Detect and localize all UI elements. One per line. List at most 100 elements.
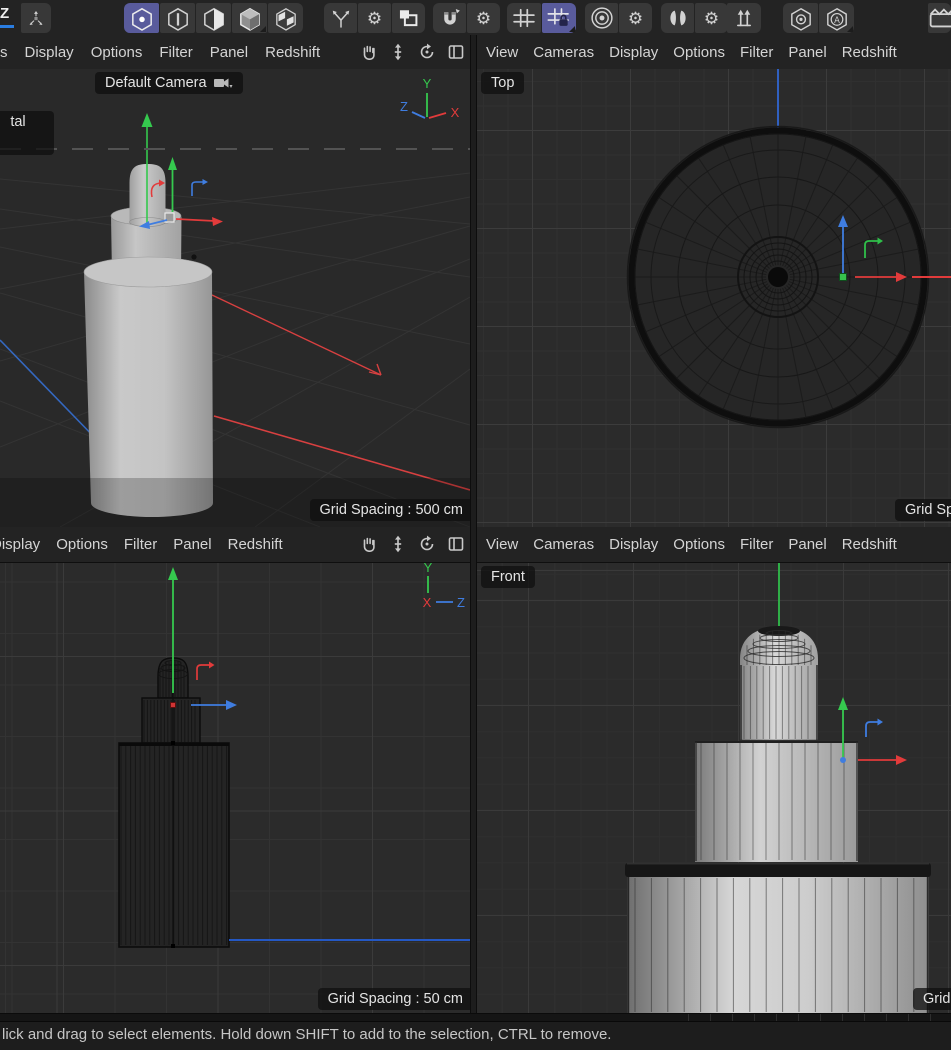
filter-hex-a-button[interactable]: A (819, 3, 854, 33)
grid-spacing-label: Grid Spacing : 500 cm (310, 499, 470, 521)
menu-redshift[interactable]: Redshift (842, 44, 897, 61)
menu-panel[interactable]: Panel (210, 44, 248, 61)
concentric-circles-icon (588, 5, 616, 31)
viewport-label: Top (481, 72, 524, 94)
viewport-top[interactable]: Top Grid Sp (475, 69, 951, 527)
viewport-right[interactable]: Y X Z Grid Spacing : 50 cm (0, 563, 470, 1013)
world-axes (0, 295, 470, 490)
menu-options[interactable]: Options (673, 44, 725, 61)
grid-lock-button[interactable] (542, 3, 576, 33)
target-button[interactable] (585, 3, 618, 33)
menu-cameras-partial[interactable]: s (0, 44, 8, 61)
pan-hand-icon[interactable] (359, 534, 379, 554)
menu-view[interactable]: View (486, 44, 518, 61)
menu-panel[interactable]: Panel (788, 44, 826, 61)
rotate-orbit-icon[interactable] (417, 534, 437, 554)
viewport-label: Front (481, 566, 535, 588)
menu-redshift[interactable]: Redshift (228, 536, 283, 553)
status-message: lick and drag to select elements. Hold d… (2, 1026, 611, 1043)
menu-panel[interactable]: Panel (173, 536, 211, 553)
swap-button[interactable] (727, 3, 761, 33)
horizon-line (0, 148, 470, 150)
render-button[interactable] (928, 3, 951, 33)
symmetry-settings-button[interactable]: ⚙ (695, 3, 728, 33)
menu-view[interactable]: View (486, 536, 518, 553)
menu-display[interactable]: Display (609, 44, 658, 61)
menu-panel[interactable]: Panel (788, 536, 826, 553)
gear-icon: ⚙ (704, 10, 719, 27)
viewport-nav-icons (359, 527, 466, 561)
dropdown-corner (260, 26, 266, 32)
timeline-strip (0, 1014, 951, 1022)
hexagon-line-icon (163, 5, 193, 32)
menu-options[interactable]: Options (91, 44, 143, 61)
menu-display[interactable]: Display (25, 44, 74, 61)
pan-hand-icon[interactable] (359, 42, 379, 62)
menu-options[interactable]: Options (56, 536, 108, 553)
menu-cameras[interactable]: Cameras (533, 536, 594, 553)
axis-x-label: X (423, 595, 432, 610)
grid-icon (510, 5, 538, 31)
tooltip-partial-text: tal (10, 114, 25, 130)
camera-icon (214, 76, 233, 90)
grid-spacing-label: Grid Spacing : 50 cm (318, 988, 470, 1010)
dolly-icon[interactable] (388, 42, 408, 62)
camera-label: Default Camera (105, 75, 207, 91)
display-mode-broken-button[interactable] (268, 3, 303, 33)
viewport-splitter[interactable] (470, 35, 477, 1013)
viewport-nav-icons (359, 35, 466, 69)
grid-button[interactable] (507, 3, 541, 33)
axis-z-label: Z (400, 99, 408, 114)
menu-display[interactable]: Display (0, 536, 40, 553)
application-window: Z (0, 0, 951, 1050)
perspective-grid (0, 173, 470, 527)
axis-y-label: Y (424, 563, 433, 575)
target-settings-button[interactable]: ⚙ (619, 3, 652, 33)
axis-tool-button[interactable] (324, 3, 357, 33)
right-scene: Y X Z (0, 563, 470, 1013)
axis-settings-button[interactable]: ⚙ (358, 3, 391, 33)
bottle-wireframe-silhouette[interactable] (119, 658, 229, 948)
workplane-squares-icon (395, 6, 423, 31)
gear-icon: ⚙ (367, 10, 382, 27)
axis-z-active-bar (0, 25, 14, 28)
menu-filter[interactable]: Filter (159, 44, 192, 61)
timeline-ticks (688, 1014, 951, 1021)
symmetry-button[interactable] (661, 3, 694, 33)
menu-filter[interactable]: Filter (124, 536, 157, 553)
menu-display[interactable]: Display (609, 536, 658, 553)
dropdown-corner (569, 26, 575, 32)
butterfly-icon (664, 5, 692, 31)
snap-button[interactable] (433, 3, 466, 33)
hexagon-eye-icon (786, 5, 816, 32)
svg-text:A: A (834, 14, 840, 24)
display-mode-dot-button[interactable] (124, 3, 159, 33)
axis-orientation-gizmo: Y X Z (423, 563, 465, 610)
perspective-scene: Y Z X (0, 69, 470, 527)
display-mode-line-button[interactable] (160, 3, 195, 33)
viewport-perspective[interactable]: Y Z X Default Camera tal Grid Spacing : … (0, 69, 470, 527)
snap-settings-button[interactable]: ⚙ (467, 3, 500, 33)
display-mode-half-button[interactable] (196, 3, 231, 33)
axis-z-toggle[interactable]: Z (0, 5, 16, 31)
layout-toggle-icon[interactable] (446, 42, 466, 62)
menu-options[interactable]: Options (673, 536, 725, 553)
menu-redshift[interactable]: Redshift (265, 44, 320, 61)
bottle-model[interactable] (625, 626, 931, 1013)
menu-filter[interactable]: Filter (740, 536, 773, 553)
camera-label-pill[interactable]: Default Camera (95, 72, 243, 94)
dolly-icon[interactable] (388, 534, 408, 554)
display-mode-solid-button[interactable] (232, 3, 267, 33)
rotate-orbit-icon[interactable] (417, 42, 437, 62)
clapperboard-icon (928, 5, 951, 32)
layout-toggle-icon[interactable] (446, 534, 466, 554)
axis-x-label: X (451, 105, 460, 120)
menu-redshift[interactable]: Redshift (842, 536, 897, 553)
filter-hex-eye-button[interactable] (783, 3, 818, 33)
menu-cameras[interactable]: Cameras (533, 44, 594, 61)
coordinate-system-button[interactable] (21, 3, 51, 33)
viewport-front[interactable]: Front Grid (475, 563, 951, 1013)
menu-filter[interactable]: Filter (740, 44, 773, 61)
dropdown-corner (847, 26, 853, 32)
workplane-button[interactable] (392, 3, 425, 33)
